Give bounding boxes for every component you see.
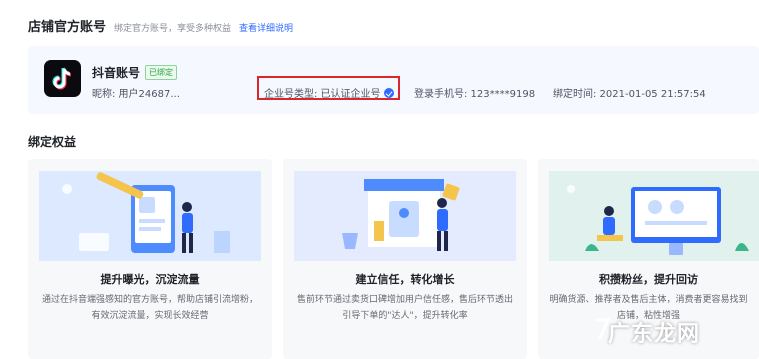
- section-title: 店铺官方账号: [28, 20, 107, 35]
- login-phone: 登录手机号: 123****9198: [414, 89, 536, 100]
- highlight-box: [257, 76, 400, 100]
- bind-time: 绑定时间: 2021-01-05 21:57:54: [553, 89, 706, 100]
- douyin-logo-icon: [44, 60, 81, 97]
- exposure-illustration: [39, 171, 261, 261]
- watermark-text: 广东龙网: [608, 322, 701, 347]
- benefit-card-trust: 建立信任，转化增长 售前环节通过卖货口碑增加用户信任感，售后环节透出引导下单的"…: [283, 159, 527, 359]
- benefit-title-trust: 建立信任，转化增长: [355, 273, 455, 286]
- details-link[interactable]: 查看详细说明: [239, 21, 293, 34]
- benefit-desc-trust: 售前环节通过卖货口碑增加用户信任感，售后环节透出引导下单的"达人"，提升转化率: [296, 295, 513, 321]
- section-header: 店铺官方账号 绑定官方账号，享受多种权益 查看详细说明: [28, 16, 293, 35]
- benefit-desc-exposure: 通过在抖音端强感知的官方账号，帮助店铺引流增粉，有效沉淀流量，实现长效经营: [41, 295, 258, 321]
- bound-status-badge: 已绑定: [145, 65, 177, 80]
- trust-illustration: [294, 171, 516, 261]
- benefit-title-exposure: 提升曝光，沉淀流量: [100, 273, 200, 286]
- benefit-title-fans: 积攒粉丝，提升回访: [599, 273, 698, 286]
- section-description: 绑定官方账号，享受多种权益: [114, 24, 232, 34]
- nickname: 昵称: 用户24687...: [92, 89, 180, 100]
- benefit-card-exposure: 提升曝光，沉淀流量 通过在抖音端强感知的官方账号，帮助店铺引流增粉，有效沉淀流量…: [28, 159, 272, 359]
- fans-illustration: [549, 171, 759, 261]
- benefits-title: 绑定权益: [28, 135, 77, 149]
- account-card: 抖音账号 已绑定 昵称: 用户24687... 企业号类型: 已认证企业号 登录…: [28, 46, 759, 114]
- account-name: 抖音账号: [92, 66, 141, 80]
